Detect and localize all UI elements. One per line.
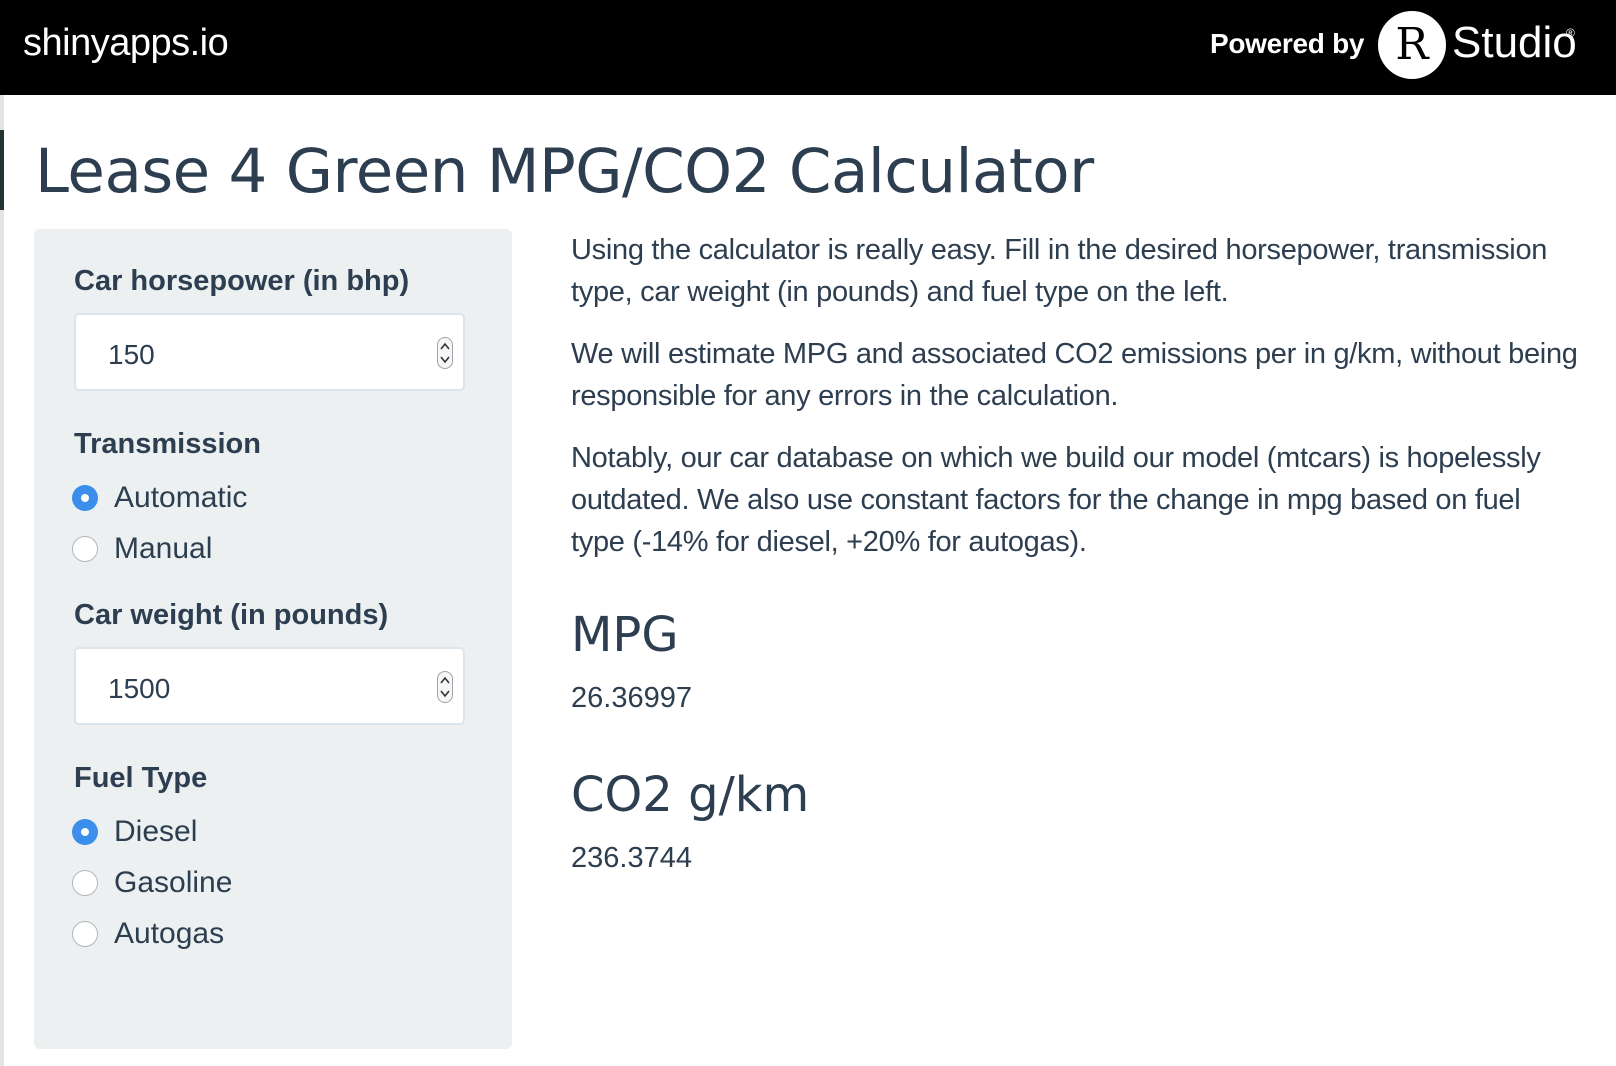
horsepower-label: Car horsepower (in bhp) [74, 265, 410, 297]
radio-button-checked[interactable] [72, 485, 98, 511]
radio-button[interactable] [72, 536, 98, 562]
rstudio-logo-text[interactable]: Studio [1452, 18, 1577, 68]
sidebar-panel: Car horsepower (in bhp) 150 Transmission… [34, 229, 512, 1049]
horsepower-spinner-icon[interactable] [437, 337, 453, 369]
page-title: Lease 4 Green MPG/CO2 Calculator [35, 136, 1094, 207]
disclaimer-paragraph: We will estimate MPG and associated CO2 … [571, 338, 1578, 412]
radio-label: Diesel [114, 815, 198, 848]
radio-label: Automatic [114, 481, 248, 514]
radio-label: Gasoline [114, 866, 233, 899]
radio-button-checked[interactable] [72, 819, 98, 845]
brand-link[interactable]: shinyapps.io [23, 22, 229, 65]
mpg-heading: MPG [571, 607, 679, 663]
powered-by-label: Powered by [1210, 28, 1365, 59]
top-navbar: shinyapps.io Powered by R Studio ® [0, 0, 1616, 95]
rstudio-logo-icon[interactable]: R [1378, 11, 1446, 79]
weight-input[interactable]: 1500 [74, 647, 465, 725]
horsepower-input[interactable]: 150 [74, 313, 465, 391]
mpg-value: 26.36997 [571, 682, 692, 714]
intro-paragraph: Using the calculator is really easy. Fil… [571, 234, 1548, 308]
horsepower-value: 150 [108, 339, 155, 370]
registered-mark: ® [1566, 26, 1575, 40]
co2-heading: CO2 g/km [571, 767, 810, 823]
weight-value: 1500 [108, 673, 171, 704]
co2-value: 236.3744 [571, 842, 692, 874]
window-edge [0, 95, 4, 1066]
radio-button[interactable] [72, 870, 98, 896]
radio-button[interactable] [72, 921, 98, 947]
window-edge-marker [0, 130, 4, 210]
up-down-arrows-icon [440, 342, 450, 364]
radio-label: Manual [114, 532, 213, 565]
up-down-arrows-icon [440, 676, 450, 698]
fuel-type-label: Fuel Type [74, 762, 208, 794]
weight-spinner-icon[interactable] [437, 671, 453, 703]
weight-label: Car weight (in pounds) [74, 599, 389, 631]
database-paragraph: Notably, our car database on which we bu… [571, 442, 1541, 558]
radio-label: Autogas [114, 917, 225, 950]
transmission-label: Transmission [74, 428, 261, 460]
